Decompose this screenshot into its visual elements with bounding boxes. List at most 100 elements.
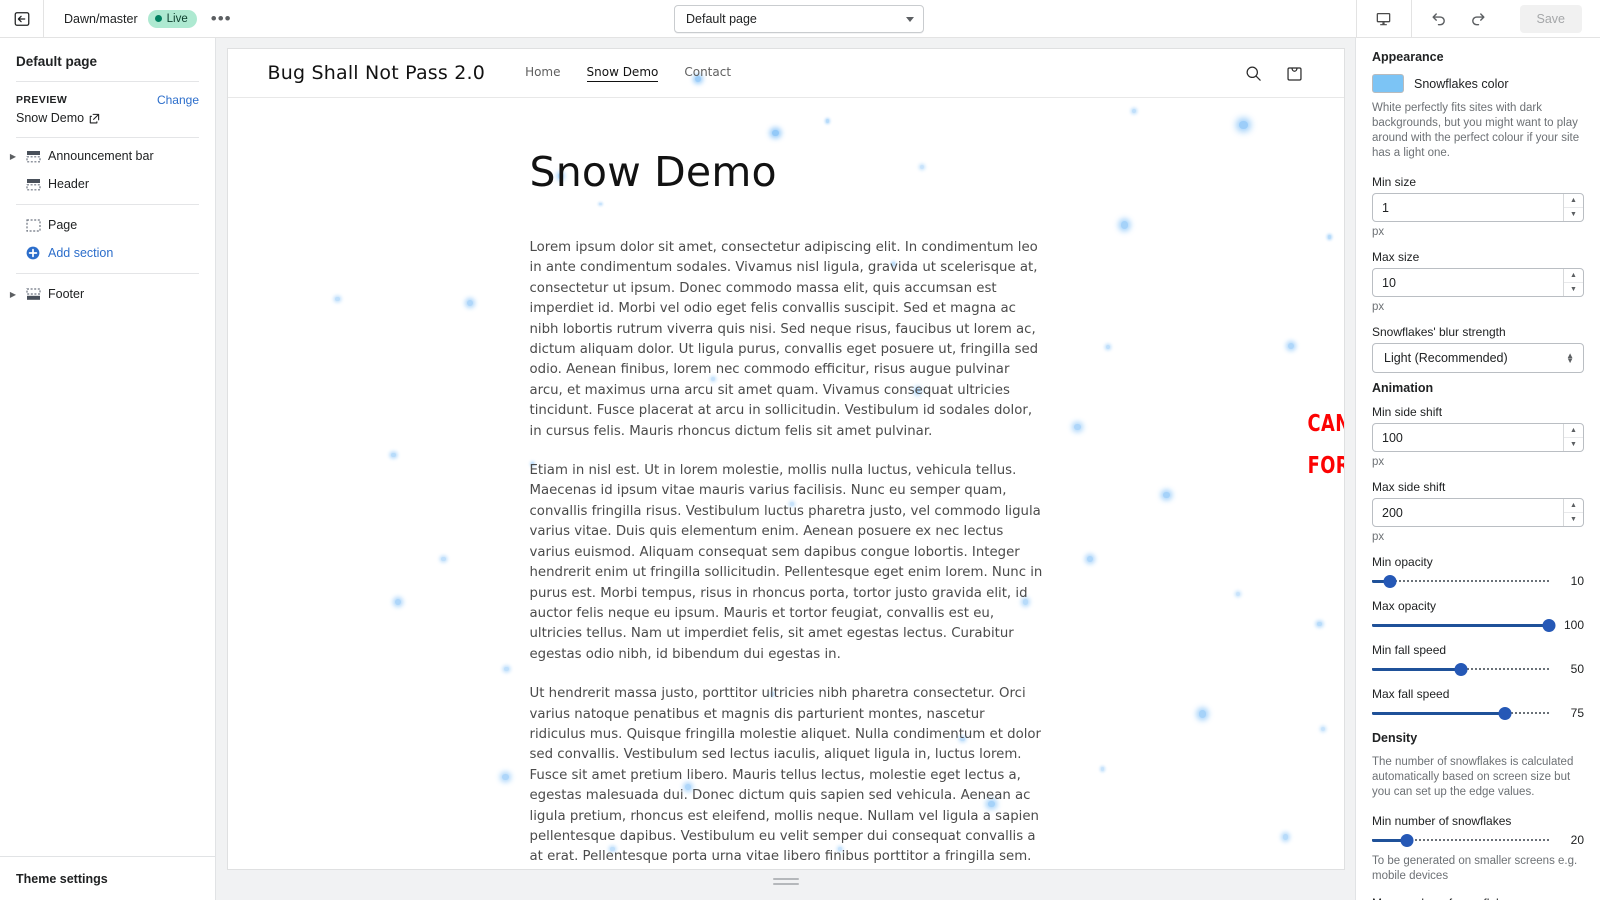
redo-icon	[1472, 13, 1485, 26]
max-flakes-label: Max number of snowflakes	[1372, 896, 1584, 900]
page-title: Snow Demo	[529, 148, 777, 196]
sidebar-item-announcement-bar[interactable]: ▶ Announcement bar	[0, 142, 215, 170]
min-side-shift-input[interactable]: 100 ▲ ▼	[1372, 423, 1584, 452]
status-dot-icon	[154, 15, 162, 22]
section-header-icon	[25, 176, 41, 192]
max-fall-speed-value: 75	[1570, 706, 1584, 720]
save-button[interactable]: Save	[1519, 4, 1582, 33]
min-opacity-value: 10	[1570, 574, 1584, 588]
max-size-input[interactable]: 10 ▲ ▼	[1372, 268, 1584, 297]
resize-bar	[772, 877, 799, 880]
snowflakes-color-label: Snowflakes color	[1414, 76, 1509, 91]
max-size-value: 10	[1382, 275, 1396, 290]
min-opacity-slider[interactable]	[1372, 573, 1549, 589]
top-toolbar: Dawn/master Live ••• Default page Save	[0, 0, 1600, 38]
slider-fill	[1372, 667, 1461, 671]
preview-resize-handle[interactable]	[772, 876, 799, 886]
blur-strength-label: Snowflakes' blur strength	[1372, 325, 1506, 339]
min-side-shift-unit: px	[1372, 456, 1385, 468]
snowflakes-color-swatch[interactable]	[1372, 74, 1404, 93]
slider-fill	[1372, 623, 1549, 627]
slider-knob[interactable]	[1400, 833, 1414, 847]
min-flakes-slider[interactable]	[1372, 832, 1549, 848]
save-group: Save	[1506, 0, 1600, 37]
max-side-shift-input[interactable]: 200 ▲ ▼	[1372, 498, 1584, 527]
site-body: Snow Demo Lorem ipsum dolor sit amet, co…	[228, 98, 1344, 869]
max-opacity-value: 100	[1563, 618, 1584, 632]
slider-knob[interactable]	[1383, 574, 1397, 588]
sidebar-item-label: Add section	[48, 246, 114, 260]
slider-knob[interactable]	[1542, 618, 1556, 632]
min-flakes-label: Min number of snowflakes	[1372, 814, 1512, 828]
chevron-down-icon	[906, 16, 914, 22]
sidebar-item-label: Announcement bar	[48, 149, 154, 163]
theme-settings-button[interactable]: Theme settings	[0, 856, 215, 900]
undo-button[interactable]	[1426, 6, 1452, 32]
min-side-shift-label: Min side shift	[1372, 405, 1443, 419]
section-bar-icon	[25, 148, 41, 164]
sidebar-preview-block: PREVIEW Change Snow Demo	[0, 82, 215, 137]
body-paragraph: Etiam in nisl est. Ut in lorem molestie,…	[529, 463, 1043, 662]
max-opacity-slider-row: 100	[1372, 617, 1584, 633]
change-preview-link[interactable]: Change	[157, 93, 199, 107]
preview-page-name: Snow Demo	[16, 111, 85, 125]
section-list: ▶ Announcement bar Header Page Add secti…	[0, 138, 215, 308]
max-fall-speed-slider[interactable]	[1372, 705, 1549, 721]
sidebar-item-header[interactable]: Header	[0, 170, 215, 198]
sidebar-divider-4	[16, 273, 199, 274]
min-opacity-slider-row: 10	[1372, 573, 1584, 589]
stepper-up-icon[interactable]: ▲	[1564, 424, 1583, 438]
min-size-stepper[interactable]: ▲ ▼	[1563, 194, 1583, 221]
max-size-unit: px	[1372, 301, 1385, 313]
more-actions-button[interactable]: •••	[207, 10, 236, 27]
nav-link-snow-demo[interactable]: Snow Demo	[586, 65, 659, 82]
status-badge: Live	[147, 9, 197, 28]
preview-device-button[interactable]	[1371, 6, 1397, 32]
stepper-up-icon[interactable]: ▲	[1564, 499, 1583, 513]
nav-link-home[interactable]: Home	[525, 65, 560, 82]
min-fall-speed-slider[interactable]	[1372, 661, 1549, 677]
stepper-up-icon[interactable]: ▲	[1564, 269, 1583, 283]
min-fall-speed-label: Min fall speed	[1372, 643, 1447, 657]
stepper-down-icon[interactable]: ▼	[1564, 438, 1583, 451]
chevron-right-icon[interactable]: ▶	[8, 152, 18, 161]
min-side-shift-stepper[interactable]: ▲ ▼	[1563, 424, 1583, 451]
external-link-icon[interactable]	[89, 113, 100, 124]
stepper-down-icon[interactable]: ▼	[1564, 513, 1583, 526]
stepper-down-icon[interactable]: ▼	[1564, 208, 1583, 221]
nav-link-contact[interactable]: Contact	[684, 65, 731, 82]
sidebar-item-label: Page	[48, 218, 78, 232]
page-selector[interactable]: Default page	[674, 5, 924, 33]
max-opacity-slider[interactable]	[1372, 617, 1556, 633]
slider-knob[interactable]	[1454, 662, 1467, 676]
sidebar-item-label: Footer	[48, 287, 85, 301]
max-opacity-label: Max opacity	[1372, 599, 1437, 613]
chevron-right-icon[interactable]: ▶	[8, 290, 18, 299]
blur-strength-value: Light (Recommended)	[1384, 351, 1508, 365]
min-size-input[interactable]: 1 ▲ ▼	[1372, 193, 1584, 222]
max-side-shift-value: 200	[1382, 505, 1403, 520]
slider-knob[interactable]	[1498, 706, 1512, 720]
sidebar-item-page[interactable]: Page	[0, 211, 215, 239]
page-selector-wrap: Default page	[674, 5, 924, 33]
sidebar-item-add-section[interactable]: Add section	[0, 239, 215, 267]
blur-strength-select[interactable]: Light (Recommended) ▲ ▼	[1372, 343, 1584, 373]
shopping-bag-icon[interactable]	[1285, 64, 1304, 83]
stepper-up-icon[interactable]: ▲	[1564, 194, 1583, 208]
redo-button[interactable]	[1466, 6, 1492, 32]
search-icon[interactable]	[1244, 64, 1263, 83]
preview-frame[interactable]: Bug Shall Not Pass 2.0 Home Snow Demo Co…	[226, 48, 1345, 870]
device-group	[1355, 0, 1411, 37]
sidebar-item-label: Header	[48, 177, 89, 191]
min-flakes-value: 20	[1570, 833, 1584, 847]
resize-bar	[772, 882, 799, 885]
site-logo[interactable]: Bug Shall Not Pass 2.0	[268, 62, 486, 84]
stepper-down-icon[interactable]: ▼	[1564, 283, 1583, 296]
site-nav: Home Snow Demo Contact	[525, 65, 731, 82]
max-side-shift-stepper[interactable]: ▲ ▼	[1563, 499, 1583, 526]
settings-panel: Appearance Snowflakes color White perfec…	[1355, 38, 1600, 900]
sidebar-item-footer[interactable]: ▶ Footer	[0, 280, 215, 308]
density-heading: Density	[1372, 731, 1418, 745]
exit-editor-button[interactable]	[0, 0, 44, 37]
max-size-stepper[interactable]: ▲ ▼	[1563, 269, 1583, 296]
